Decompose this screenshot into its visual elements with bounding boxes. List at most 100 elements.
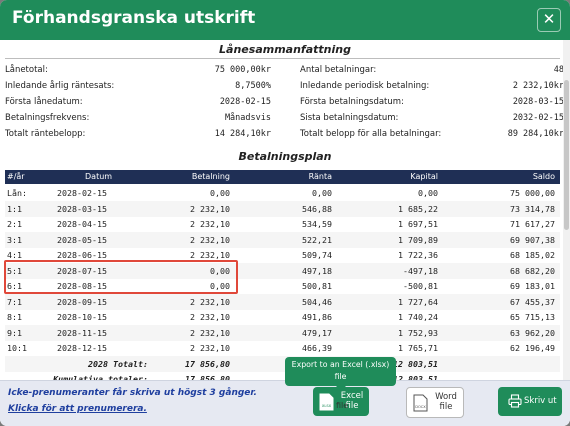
cell-payment: 2 232,10 [190,296,230,307]
cell-payment: 2 232,10 [190,219,230,229]
summary-row: Inledande periodisk betalning: 2 232,10kr [300,79,564,95]
docx-file-icon: DOCX [413,394,428,412]
cell-interest: 479,17 [302,327,332,338]
cell-interest: 509,74 [302,250,332,260]
cell-period: 1:1 [7,203,22,214]
cell-interest: 546,88 [302,203,332,214]
cell-date: 2028-09-15 [57,296,107,307]
cell-date: 2028-04-15 [57,219,107,229]
word-export-button[interactable]: DOCX Word file [406,387,464,418]
summary-label: Första lånedatum: [5,97,83,107]
cell-date: 2028-12-15 [57,343,107,353]
cell-principal: 1 697,51 [398,219,438,229]
summary-row: Totalt räntebelopp: 14 284,10kr [5,127,271,143]
cell-period: 3:1 [7,234,22,245]
cell-period: 7:1 [7,296,22,307]
cell-period: 9:1 [7,327,22,338]
summary-label: Inledande årlig räntesats: [5,81,115,91]
print-preview-dialog: Förhandsgranska utskrift ✕ Lånesammanfat… [0,0,570,426]
cell-payment: 0,00 [210,188,230,198]
summary-row: Första betalningsdatum: 2028-03-15 [300,95,564,111]
table-row: 1:1 2028-03-15 2 232,10 546,88 1 685,22 73 31… [5,200,560,217]
cell-payment: 2 232,10 [190,327,230,338]
cell-balance: 75 000,00 [510,188,555,198]
cell-balance: 63 962,20 [510,327,555,338]
summary-value: Månadsvis [224,113,271,123]
close-button[interactable]: ✕ [537,8,561,32]
summary-divider [5,58,560,59]
col-header-payment: Betalning [191,172,230,181]
cell-principal: 1 685,22 [398,203,438,214]
cell-balance: 62 196,49 [510,343,555,353]
cell-payment: 2 232,10 [190,343,230,353]
table-row: 2:1 2028-04-15 2 232,10 534,59 1 697,51 71 61… [5,216,560,232]
print-button[interactable]: Skriv ut [498,387,562,416]
col-header-balance: Saldo [532,172,555,181]
cell-principal: 1 752,93 [398,327,438,338]
cell-balance: 69 183,01 [510,281,555,291]
scrollbar[interactable] [563,40,570,380]
export-tooltip: Export to an Excel (.xlsx) file [285,357,396,386]
cell-date: 2028-05-15 [57,234,107,245]
summary-label: Inledande periodisk betalning: [300,81,430,91]
summary-label: Sista betalningsdatum: [300,113,399,123]
cell-principal: 1 765,71 [398,343,438,353]
cell-period: Lån: [7,188,27,198]
total-row: 2028 Totalt:17 856,805 053,2912 803,51 [5,355,560,372]
cell-principal: 12 803,51 [393,358,438,369]
col-header-date: Datum [85,172,113,181]
table-row: 3:1 2028-05-15 2 232,10 522,21 1 709,89 69 90… [5,231,560,248]
col-header-principal: Kapital [410,172,438,181]
table-row: Lån: 2028-02-15 0,00 0,00 0,00 75 000,00 [5,185,560,201]
cell-payment: 2 232,10 [190,250,230,260]
dialog-title: Förhandsgranska utskrift [12,8,256,28]
summary-label: Betalningsfrekvens: [5,113,90,123]
subscription-notice: Icke-prenumeranter får skriva ut högst 3… [8,388,257,398]
scrollbar-thumb[interactable] [564,80,569,230]
summary-row: Inledande årlig räntesats: 8,7500% [5,79,271,95]
table-row: 9:1 2028-11-15 2 232,10 479,17 1 752,93 63 96… [5,324,560,341]
cell-interest: 534,59 [302,219,332,229]
summary-value: 2028-03-15 [512,97,564,107]
cell-balance: 68 185,02 [510,250,555,260]
cell-interest: 0,00 [312,188,332,198]
cell-balance: 71 617,27 [510,219,555,229]
tooltip-arrow [336,386,346,391]
dialog-header: Förhandsgranska utskrift ✕ [0,0,570,40]
summary-value: 8,7500% [235,81,271,91]
table-row: 8:1 2028-10-15 2 232,10 491,86 1 740,24 65 71… [5,309,560,325]
cell-principal: 1 722,36 [398,250,438,260]
cell-interest: 504,46 [302,296,332,307]
schedule-title: Betalningsplan [238,150,332,163]
word-button-label: Word file [435,392,457,412]
cell-interest: 497,18 [302,265,332,276]
cell-total-label: 2028 Totalt: [88,358,148,369]
svg-text:XLSX: XLSX [322,404,332,408]
cell-period: 8:1 [7,312,22,322]
cell-interest: 522,21 [302,234,332,245]
cell-period: 10:1 [7,343,27,353]
summary-label: Lånetotal: [5,65,48,75]
cell-date: 2028-11-15 [57,327,107,338]
summary-title: Lånesammanfattning [219,43,351,56]
cell-period: 4:1 [7,250,22,260]
cell-principal: 0,00 [418,188,438,198]
summary-label: Totalt belopp för alla betalningar: [300,129,442,139]
summary-value: 2032-02-15 [512,113,564,123]
summary-label: Första betalningsdatum: [300,97,404,107]
dialog-footer: Icke-prenumeranter får skriva ut högst 3… [0,380,570,426]
cell-payment: 17 856,80 [185,358,230,369]
summary-row: Betalningsfrekvens: Månadsvis [5,111,271,127]
cell-balance: 73 314,78 [510,203,555,214]
cell-balance: 65 715,13 [510,312,555,322]
printer-icon [508,394,522,408]
cell-date: 2028-03-15 [57,203,107,214]
subscribe-link[interactable]: Klicka för att prenumerera. [8,404,147,414]
cell-principal: 1 727,64 [398,296,438,307]
cell-principal: 1 709,89 [398,234,438,245]
excel-button-caption: file [336,401,349,410]
cell-principal: 1 740,24 [398,312,438,322]
table-row: 10:1 2028-12-15 2 232,10 466,39 1 765,71 62 1… [5,340,560,356]
highlight-box [4,260,238,294]
summary-value: 2 232,10kr [512,81,564,91]
